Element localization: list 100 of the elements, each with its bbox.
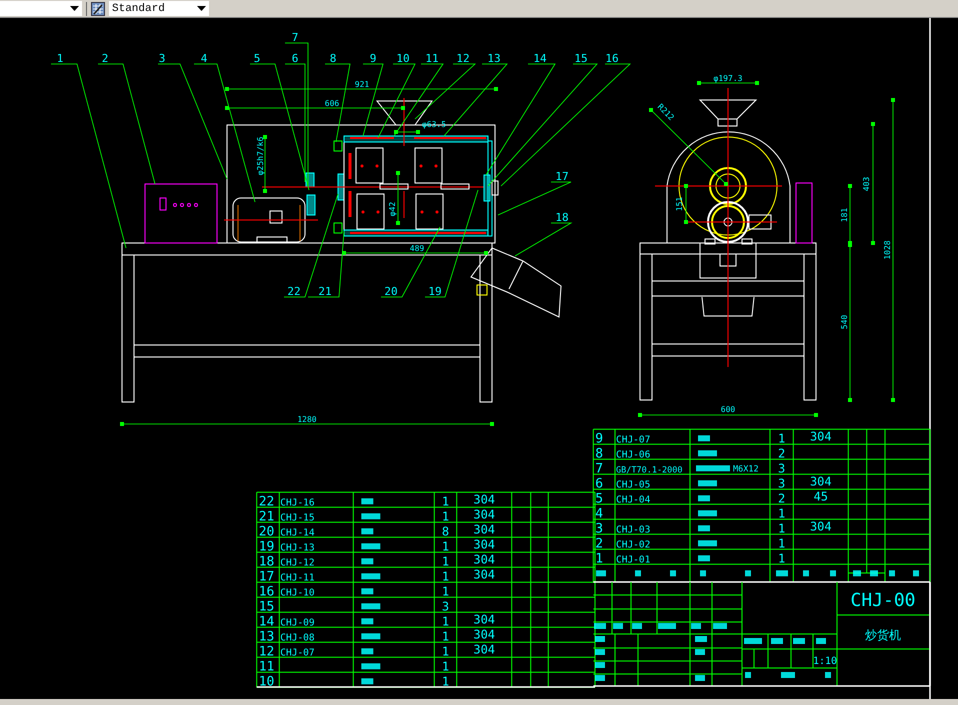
illegible-text-mark: [594, 623, 606, 629]
table-cell: 2: [778, 446, 786, 460]
callout-number: 20: [384, 285, 398, 298]
table-cell: 14: [258, 614, 274, 630]
drawing-number: CHJ-00: [850, 590, 916, 611]
illegible-text-mark: [793, 638, 805, 644]
table-cell: 1: [442, 539, 450, 554]
illegible-text-mark: [695, 636, 707, 642]
table-cell: 6: [595, 476, 604, 492]
table-cell: 304: [473, 612, 496, 626]
table-cell: 1: [778, 506, 786, 520]
dimension-text: φ25h7/k6: [256, 136, 265, 176]
callout-number: 16: [605, 52, 619, 65]
dimension-text: 921: [354, 80, 370, 89]
table-cell: 9: [595, 431, 604, 446]
dimension-text: φ197.3: [714, 74, 742, 83]
callout-number: 18: [555, 211, 569, 224]
text-style-dropdown[interactable]: Standard: [109, 1, 209, 16]
table-cell: CHJ-13: [280, 542, 315, 554]
table-cell: 1: [442, 584, 450, 598]
table-cell: 1: [778, 521, 786, 536]
table-cell: 10: [258, 674, 274, 690]
illegible-text-mark: [695, 675, 705, 681]
callout-number: 8: [330, 52, 336, 65]
table-cell: 304: [473, 537, 496, 552]
table-cell: 4: [595, 506, 604, 522]
callout-number: 2: [102, 52, 108, 65]
table-cell: 304: [810, 474, 832, 488]
callout-number: 13: [487, 52, 501, 65]
dimension-line: [394, 130, 420, 134]
table-cell: 304: [473, 522, 496, 536]
illegible-text-mark: [713, 623, 727, 629]
table-cell: CHJ-09: [280, 617, 315, 628]
table-cell: CHJ-14: [280, 527, 315, 538]
callout-number: 22: [287, 285, 301, 298]
table-cell: CHJ-15: [280, 512, 315, 524]
table-cell: 1: [778, 536, 786, 550]
table-cell: 2: [595, 536, 604, 552]
callout-number: 21: [318, 285, 332, 298]
style-tool-icon[interactable]: [91, 2, 105, 16]
callout-number: 3: [158, 52, 166, 65]
table-cell: 11: [258, 659, 274, 674]
table-cell: 304: [473, 642, 496, 656]
callout-number: 15: [574, 52, 588, 65]
dimension-text: 540: [840, 314, 849, 330]
table-cell: M6X12: [733, 464, 759, 474]
illegible-text-mark: [695, 649, 705, 655]
table-cell: CHJ-11: [280, 572, 315, 584]
callout-number: 11: [425, 52, 439, 65]
table-cell: 3: [442, 599, 450, 614]
table-cell: 21: [258, 509, 274, 524]
table-cell: CHJ-04: [616, 494, 650, 506]
callout-number: 10: [396, 52, 410, 65]
table-cell: CHJ-03: [616, 524, 650, 536]
table-cell: 1: [442, 569, 450, 584]
table-cell: CHJ-06: [616, 449, 650, 460]
table-cell: GB/T70.1-2000: [616, 465, 683, 476]
table-cell: 304: [473, 627, 496, 642]
table-cell: 12: [258, 644, 274, 660]
dimension-line: [697, 81, 759, 85]
callout-number: 14: [533, 52, 547, 65]
table-cell: CHJ-01: [616, 554, 650, 566]
callout-number: 12: [456, 52, 470, 65]
dimension-text: 403: [862, 176, 871, 192]
dimension-line: [263, 135, 267, 193]
table-cell: 1: [442, 614, 450, 628]
table-cell: 1: [442, 554, 450, 568]
table-cell: 16: [258, 584, 274, 600]
table-cell: 1: [442, 659, 450, 674]
illegible-text-mark: [825, 672, 831, 678]
dimension-text: 606: [324, 99, 340, 108]
table-cell: 8: [442, 524, 450, 538]
table-cell: CHJ-02: [616, 539, 650, 550]
table-cell: 304: [473, 552, 496, 566]
dropdown-field[interactable]: [0, 1, 82, 16]
drawing-title: 炒货机: [865, 628, 901, 642]
dimension-text: 489: [410, 244, 424, 253]
dimension-text: 151: [675, 196, 684, 212]
dimension-text: φ42: [388, 202, 397, 216]
illegible-text-mark: [745, 672, 751, 678]
table-cell: 1: [442, 644, 450, 658]
table-cell: CHJ-05: [616, 479, 650, 490]
dimension-text: 600: [720, 405, 736, 414]
caret-icon: [70, 6, 79, 11]
dimension-text: 181: [840, 208, 849, 222]
callout-number: 9: [370, 52, 376, 65]
table-cell: CHJ-16: [280, 497, 315, 508]
table-cell: CHJ-07: [280, 647, 315, 658]
illegible-text-mark: [816, 638, 826, 644]
table-cell: 1: [595, 551, 604, 566]
table-cell: 5: [595, 491, 604, 506]
caret-icon: [197, 6, 206, 11]
table-cell: 3: [778, 476, 786, 490]
table-cell: 304: [473, 507, 496, 522]
table-cell: 3: [595, 521, 604, 536]
table-cell: 19: [258, 539, 274, 554]
table-cell: 8: [595, 446, 604, 462]
callout-number: 6: [292, 52, 298, 65]
table-cell: 1: [778, 431, 786, 446]
table-cell: 1: [442, 494, 450, 508]
